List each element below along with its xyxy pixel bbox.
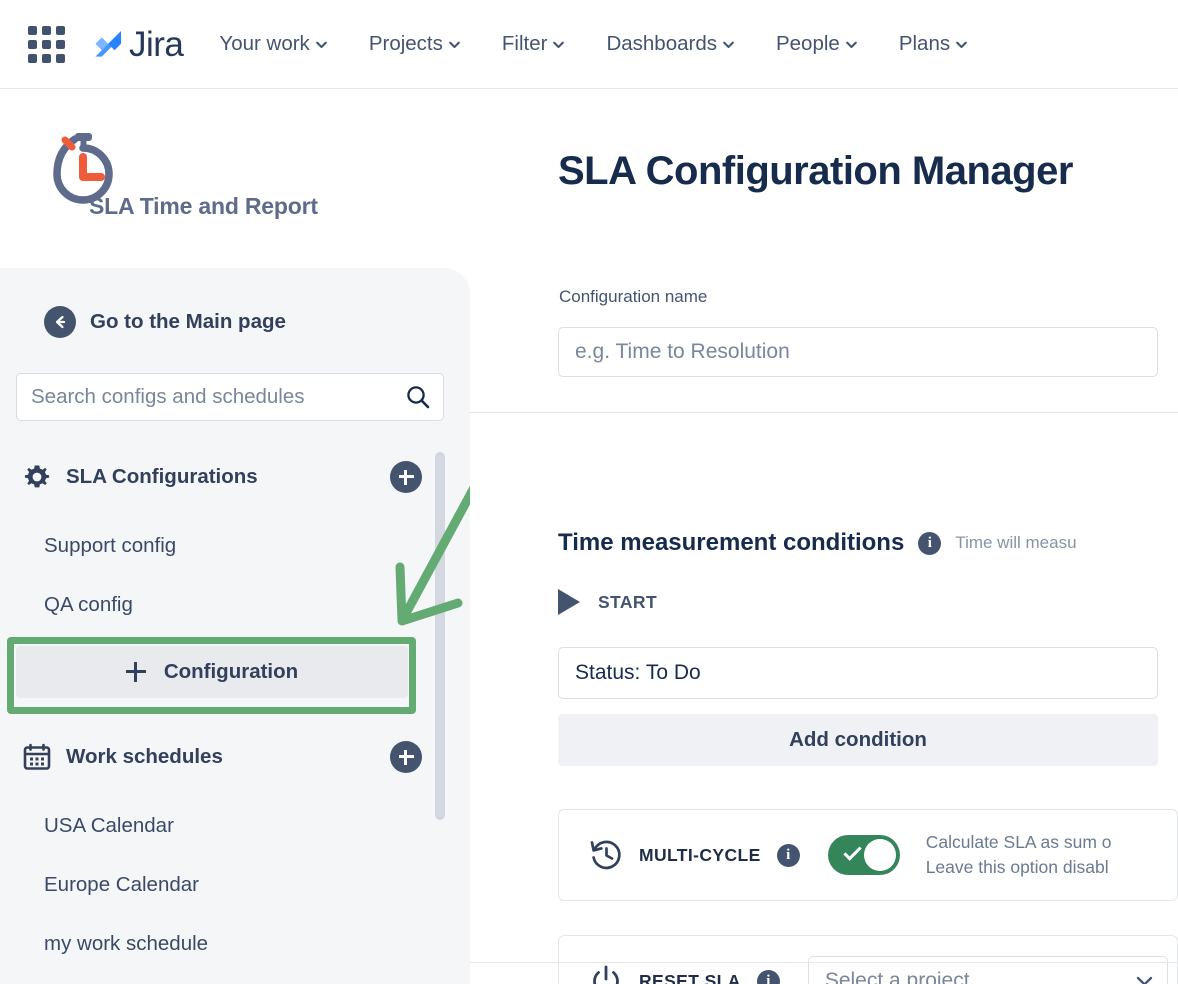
start-label: START — [598, 592, 657, 613]
product-name: SLA Time and Report — [89, 193, 318, 220]
bottom-divider — [470, 962, 1178, 963]
nav-item-people[interactable]: People — [776, 26, 858, 62]
nav-item-label: Dashboards — [606, 32, 717, 56]
apps-grid-icon[interactable] — [26, 24, 66, 64]
configuration-name-input[interactable] — [558, 327, 1158, 377]
chevron-down-icon — [1136, 975, 1153, 984]
sidebar-section-title: Work schedules — [66, 745, 390, 769]
section-title: Time measurement conditions — [558, 529, 904, 557]
sidebar-section-sla-configurations: SLA Configurations — [22, 460, 422, 494]
jira-logo[interactable]: Jira — [92, 27, 183, 62]
time-measurement-conditions-header: Time measurement conditions i Time will … — [558, 529, 1178, 557]
option-label-multi-cycle: MULTI-CYCLE — [639, 845, 761, 866]
sidebar-item-my-work-schedule[interactable]: my work schedule — [44, 932, 208, 956]
product-logo[interactable]: SLA Time and Report — [45, 125, 445, 235]
power-icon — [589, 964, 623, 984]
add-configuration-label: Configuration — [164, 660, 298, 684]
section-hint: Time will measu — [955, 533, 1076, 553]
option-card-reset-sla: RESET SLA i Select a project — [558, 935, 1178, 984]
search-configs-box[interactable] — [16, 373, 444, 421]
jira-mark-icon — [92, 28, 124, 60]
chevron-down-icon — [552, 38, 565, 51]
section-divider — [470, 412, 1178, 413]
sidebar-scrollbar[interactable] — [435, 452, 445, 820]
history-clock-icon — [589, 838, 623, 872]
add-configuration-button[interactable]: Configuration — [16, 646, 408, 698]
project-select-value: Select a project — [825, 969, 970, 984]
option-card-multi-cycle: MULTI-CYCLE i Calculate SLA as sum o Lea… — [558, 809, 1178, 901]
main-content: SLA Configuration Manager Configuration … — [470, 89, 1178, 984]
option-label-reset-sla: RESET SLA — [639, 971, 741, 984]
multi-cycle-toggle[interactable] — [828, 835, 900, 875]
info-icon[interactable]: i — [777, 844, 800, 867]
option-description-multi-cycle: Calculate SLA as sum o Leave this option… — [926, 830, 1112, 881]
nav-item-list: Your work Projects Filter Dashboards Peo… — [219, 26, 1009, 62]
nav-item-label: Plans — [899, 32, 950, 56]
chevron-down-icon — [722, 38, 735, 51]
sidebar: Go to the Main page SLA Configurations S… — [0, 268, 470, 984]
add-condition-button[interactable]: Add condition — [558, 714, 1158, 766]
nav-item-dashboards[interactable]: Dashboards — [606, 26, 735, 62]
project-select[interactable]: Select a project — [808, 956, 1168, 984]
sidebar-item-usa-calendar[interactable]: USA Calendar — [44, 814, 174, 838]
search-input[interactable] — [31, 385, 405, 409]
plus-icon — [126, 662, 146, 682]
calendar-icon — [22, 742, 52, 772]
go-to-main-page-button[interactable]: Go to the Main page — [44, 306, 286, 338]
option-description-line-2: Leave this option disabl — [926, 857, 1109, 877]
arrow-left-circle-icon — [44, 306, 76, 338]
jira-wordmark: Jira — [129, 27, 183, 62]
chevron-down-icon — [955, 38, 968, 51]
gear-icon — [22, 462, 52, 492]
start-condition-row: START — [558, 589, 657, 615]
option-description-line-1: Calculate SLA as sum o — [926, 832, 1112, 852]
sidebar-item-europe-calendar[interactable]: Europe Calendar — [44, 873, 199, 897]
nav-item-label: Your work — [219, 32, 309, 56]
info-icon[interactable]: i — [918, 532, 941, 555]
app-root: Jira Your work Projects Filter Dashboard… — [0, 0, 1178, 984]
toggle-knob — [864, 839, 896, 871]
go-to-main-page-label: Go to the Main page — [90, 310, 286, 334]
add-sla-configuration-icon[interactable] — [390, 461, 422, 493]
nav-item-filter[interactable]: Filter — [502, 26, 566, 62]
nav-item-label: Projects — [369, 32, 443, 56]
sidebar-section-work-schedules: Work schedules — [22, 740, 422, 774]
page-title: SLA Configuration Manager — [558, 149, 1073, 194]
add-work-schedule-icon[interactable] — [390, 741, 422, 773]
nav-item-projects[interactable]: Projects — [369, 26, 461, 62]
sidebar-section-title: SLA Configurations — [66, 465, 390, 489]
condition-chip-status-to-do[interactable]: Status: To Do — [558, 647, 1158, 699]
chevron-down-icon — [845, 38, 858, 51]
configuration-name-label: Configuration name — [559, 287, 707, 307]
sidebar-item-support-config[interactable]: Support config — [44, 534, 176, 558]
nav-item-label: People — [776, 32, 840, 56]
search-icon[interactable] — [405, 384, 431, 410]
play-icon[interactable] — [558, 589, 580, 615]
top-navigation-bar: Jira Your work Projects Filter Dashboard… — [0, 0, 1178, 89]
nav-item-label: Filter — [502, 32, 548, 56]
chevron-down-icon — [315, 38, 328, 51]
nav-item-plans[interactable]: Plans — [899, 26, 968, 62]
chevron-down-icon — [448, 38, 461, 51]
info-icon[interactable]: i — [757, 970, 780, 984]
nav-item-your-work[interactable]: Your work — [219, 26, 327, 62]
check-icon — [843, 842, 861, 860]
sidebar-item-qa-config[interactable]: QA config — [44, 593, 133, 617]
